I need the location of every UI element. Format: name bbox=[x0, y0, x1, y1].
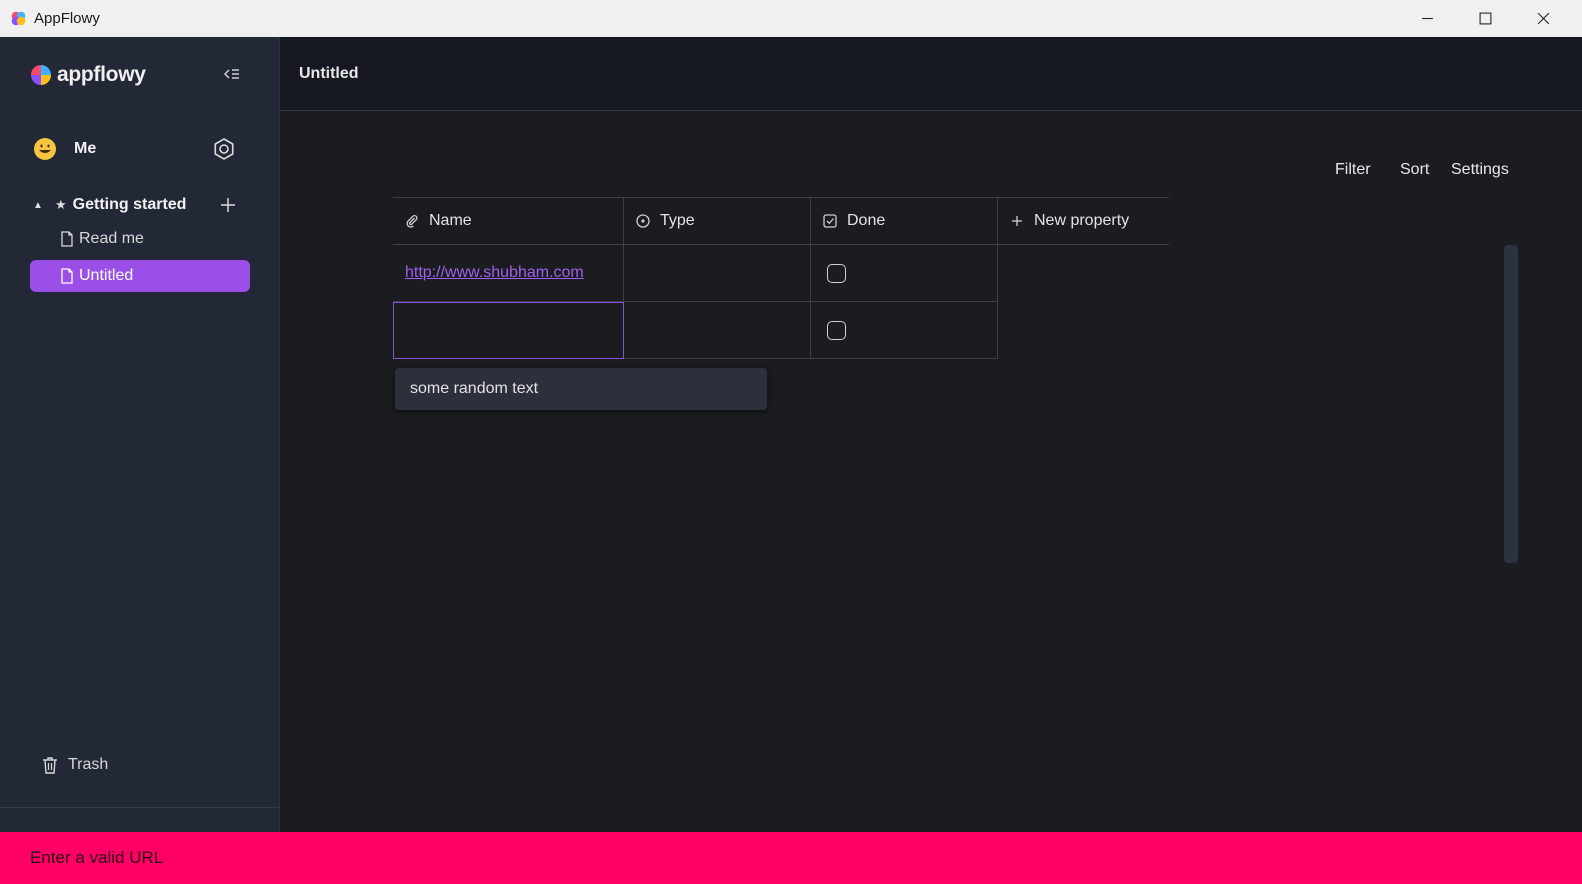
close-icon bbox=[1537, 12, 1549, 25]
close-button[interactable] bbox=[1514, 0, 1572, 37]
appflowy-app-icon bbox=[11, 11, 26, 26]
settings-icon[interactable] bbox=[212, 137, 236, 161]
done-checkbox[interactable] bbox=[827, 320, 846, 340]
page-header: Untitled bbox=[280, 37, 1582, 111]
window-title: AppFlowy bbox=[34, 10, 100, 27]
sidebar-item-label: Read me bbox=[79, 230, 144, 247]
table-row: http://www.shubham.com bbox=[393, 245, 998, 302]
sort-button[interactable]: Sort bbox=[1400, 161, 1429, 179]
smiley-icon bbox=[35, 139, 55, 159]
maximize-icon bbox=[1479, 12, 1491, 25]
table-row bbox=[393, 302, 998, 359]
workspace-getting-started[interactable]: ▲ ★ Getting started bbox=[30, 193, 248, 217]
caret-up-icon[interactable]: ▲ bbox=[30, 200, 46, 211]
column-label: Done bbox=[847, 212, 886, 229]
add-page-icon[interactable] bbox=[218, 195, 238, 215]
sidebar-item-untitled[interactable]: Untitled bbox=[30, 260, 250, 292]
column-label: Name bbox=[429, 212, 472, 229]
column-header-name[interactable]: Name bbox=[393, 198, 624, 245]
vertical-scrollbar[interactable] bbox=[1504, 245, 1518, 563]
trash-label: Trash bbox=[68, 756, 109, 773]
minimize-icon bbox=[1421, 17, 1433, 20]
plus-icon bbox=[1012, 216, 1022, 226]
window-titlebar: AppFlowy bbox=[0, 0, 1582, 37]
sidebar-item-read-me[interactable]: Read me bbox=[30, 223, 250, 255]
url-link[interactable]: http://www.shubham.com bbox=[405, 264, 584, 282]
name-cell-editing[interactable] bbox=[393, 302, 624, 359]
new-property-button[interactable]: New property bbox=[998, 198, 1169, 245]
type-cell[interactable] bbox=[624, 302, 811, 359]
sidebar-item-label: Untitled bbox=[79, 267, 134, 284]
page-title: Untitled bbox=[299, 65, 359, 82]
minimize-button[interactable] bbox=[1398, 0, 1456, 37]
type-cell[interactable] bbox=[624, 245, 811, 302]
filter-button[interactable]: Filter bbox=[1335, 161, 1371, 179]
avatar bbox=[34, 138, 56, 160]
column-label: Type bbox=[660, 212, 695, 229]
logo-text: appflowy bbox=[57, 63, 146, 86]
done-cell[interactable] bbox=[811, 302, 998, 359]
appflowy-logo: appflowy bbox=[30, 63, 146, 87]
column-header-done[interactable]: Done bbox=[811, 198, 998, 245]
document-icon bbox=[61, 268, 73, 284]
settings-button[interactable]: Settings bbox=[1451, 161, 1509, 179]
suggestion-popup[interactable]: some random text bbox=[395, 368, 767, 410]
workspace-name: Getting started bbox=[72, 196, 187, 213]
done-cell[interactable] bbox=[811, 245, 998, 302]
maximize-button[interactable] bbox=[1456, 0, 1514, 37]
star-icon: ★ bbox=[55, 197, 67, 212]
name-cell[interactable]: http://www.shubham.com bbox=[393, 245, 624, 302]
done-checkbox[interactable] bbox=[827, 263, 846, 283]
circle-dot-icon bbox=[636, 214, 650, 228]
sidebar-divider bbox=[0, 807, 279, 808]
column-header-type[interactable]: Type bbox=[624, 198, 811, 245]
trash-button[interactable]: Trash bbox=[42, 756, 108, 774]
user-row[interactable]: Me bbox=[34, 137, 244, 161]
error-toast: Enter a valid URL bbox=[0, 832, 1582, 884]
column-label: New property bbox=[1034, 212, 1130, 229]
appflowy-logo-icon bbox=[31, 65, 51, 85]
grid-header-row: Name Type Done New property bbox=[393, 197, 1169, 245]
document-icon bbox=[61, 231, 73, 247]
trash-icon bbox=[43, 757, 57, 774]
user-name: Me bbox=[74, 140, 97, 157]
sidebar: appflowy Me ▲ ★ Getting started Read me … bbox=[0, 37, 280, 832]
collapse-sidebar-icon[interactable] bbox=[222, 65, 242, 83]
main-content: Untitled Filter Sort Settings Name Type bbox=[280, 37, 1582, 832]
checkbox-icon bbox=[823, 214, 837, 228]
paperclip-icon bbox=[406, 215, 418, 228]
